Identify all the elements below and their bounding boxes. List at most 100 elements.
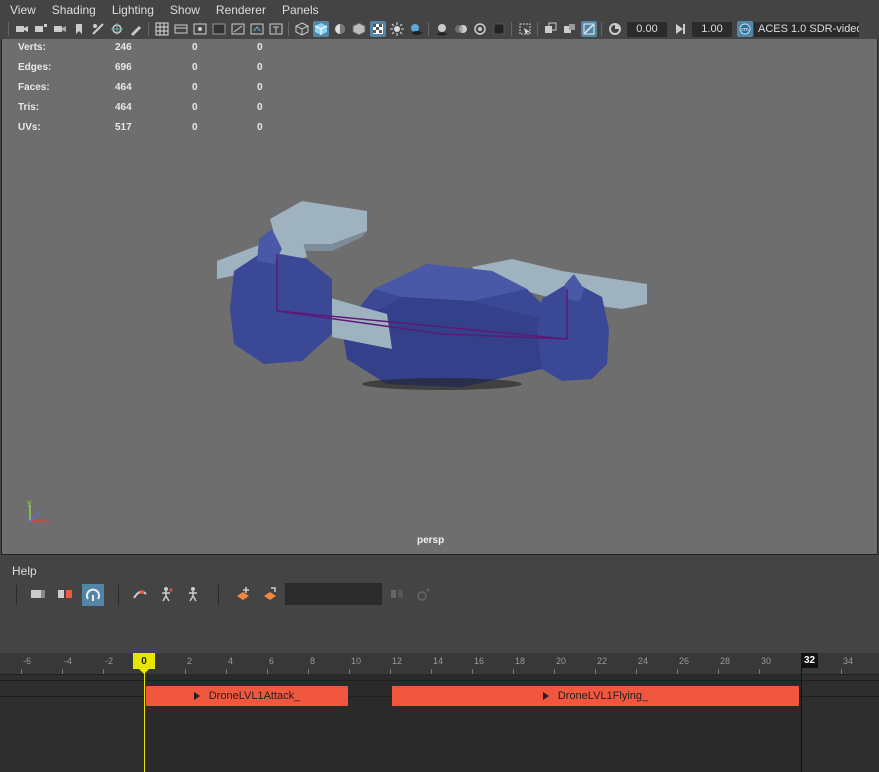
gamma-icon[interactable] xyxy=(672,21,688,37)
insert-clip-icon[interactable] xyxy=(130,584,150,604)
multisample-aa-icon[interactable] xyxy=(472,21,488,37)
play-icon xyxy=(542,692,549,700)
tick-label: 34 xyxy=(843,656,854,666)
textured-icon[interactable] xyxy=(369,21,386,37)
panel-divider-strip xyxy=(0,635,879,653)
depth-of-field-icon[interactable] xyxy=(491,21,507,37)
drone-pod-left xyxy=(230,251,332,364)
menu-panels[interactable]: Panels xyxy=(274,3,327,17)
gate-mask-icon[interactable] xyxy=(211,21,227,37)
clip-drone-attack[interactable]: DroneLVL1Attack_ xyxy=(145,685,349,707)
panel-toolbar: 0.00 1.00 cm ACES 1.0 SDR-video xyxy=(0,19,879,39)
viewport-persp[interactable]: Verts: 246 0 0 Edges: 696 0 0 Faces: 464… xyxy=(1,39,878,555)
tick-label: 22 xyxy=(597,656,608,666)
play-icon xyxy=(193,692,200,700)
create-blend-icon[interactable] xyxy=(260,584,280,604)
exposure-icon[interactable] xyxy=(607,21,623,37)
tick-label: 18 xyxy=(515,656,526,666)
film-gate-icon[interactable] xyxy=(173,21,189,37)
wireframe-icon[interactable] xyxy=(294,21,310,37)
menu-shading[interactable]: Shading xyxy=(44,3,104,17)
image-plane-icon[interactable] xyxy=(90,21,106,37)
gamma-field[interactable]: 1.00 xyxy=(692,21,732,37)
safe-title-icon[interactable] xyxy=(268,21,284,37)
menu-view[interactable]: View xyxy=(0,3,44,17)
clip-drone-flying[interactable]: DroneLVL1Flying_ xyxy=(391,685,800,707)
exposure-field[interactable]: 0.00 xyxy=(627,21,667,37)
tick-label: 2 xyxy=(187,656,193,666)
resolution-gate-icon[interactable] xyxy=(192,21,208,37)
xray-joints-icon[interactable] xyxy=(562,21,578,37)
axis-x-label: x xyxy=(45,518,49,526)
tick-label: 14 xyxy=(433,656,444,666)
drone-shadow xyxy=(362,378,522,390)
tick-label: 24 xyxy=(638,656,649,666)
frame-clip-icon xyxy=(387,584,407,604)
camera-bookmark-icon[interactable] xyxy=(52,21,68,37)
tick xyxy=(21,669,22,674)
tick-label: 10 xyxy=(351,656,362,666)
axis-z-label: z xyxy=(36,509,40,517)
shadows-icon[interactable] xyxy=(408,21,424,37)
color-management-icon[interactable]: cm xyxy=(736,21,753,37)
2d-pan-zoom-icon[interactable] xyxy=(109,21,125,37)
tick xyxy=(841,669,842,674)
time-warp-icon xyxy=(414,584,434,604)
end-frame-line xyxy=(801,668,802,772)
smooth-shade-icon[interactable] xyxy=(312,21,329,37)
tick-label: 30 xyxy=(761,656,772,666)
camera-attributes-icon[interactable] xyxy=(33,21,49,37)
tick-label: 8 xyxy=(310,656,316,666)
color-space-label[interactable]: ACES 1.0 SDR-video xyxy=(754,21,859,37)
camera-select-icon[interactable] xyxy=(14,21,30,37)
drone-model[interactable] xyxy=(2,39,877,554)
tick-label: 20 xyxy=(556,656,567,666)
load-selected-characters-icon[interactable] xyxy=(28,584,48,604)
create-pose-icon[interactable] xyxy=(157,584,177,604)
trax-search-field[interactable] xyxy=(285,583,382,605)
tick-label: 16 xyxy=(474,656,485,666)
field-chart-icon[interactable] xyxy=(230,21,246,37)
toolbar-separator xyxy=(148,22,149,36)
tick-label: -6 xyxy=(23,656,32,666)
isolate-select-icon[interactable] xyxy=(517,21,533,37)
bookmark-icon[interactable] xyxy=(71,21,87,37)
toolbar-separator xyxy=(16,585,17,605)
svg-text:cm: cm xyxy=(741,27,749,33)
tick-label: -4 xyxy=(64,656,73,666)
tick-label: -2 xyxy=(105,656,114,666)
motion-blur-icon[interactable] xyxy=(453,21,469,37)
menu-lighting[interactable]: Lighting xyxy=(104,3,162,17)
tick xyxy=(62,669,63,674)
tick xyxy=(103,669,104,674)
menu-help[interactable]: Help xyxy=(12,564,37,578)
stitch-scrub-icon[interactable] xyxy=(82,584,104,606)
toolbar-separator xyxy=(8,22,9,36)
trax-timeline[interactable]: -6 -4 -2 2 4 6 8 10 12 14 16 18 20 22 24… xyxy=(0,653,879,772)
default-material-icon[interactable] xyxy=(332,21,348,37)
view-axis-icon: y x z xyxy=(27,499,49,526)
backface-culling-icon[interactable] xyxy=(580,21,597,37)
safe-action-icon[interactable] xyxy=(249,21,265,37)
panel-menu-bar: View Shading Lighting Show Renderer Pane… xyxy=(0,0,879,19)
menu-show[interactable]: Show xyxy=(162,3,208,17)
use-all-lights-icon[interactable] xyxy=(389,21,405,37)
create-clip-icon[interactable] xyxy=(233,584,253,604)
time-ruler[interactable]: -6 -4 -2 2 4 6 8 10 12 14 16 18 20 22 24… xyxy=(0,653,879,675)
grid-icon[interactable] xyxy=(154,21,170,37)
playhead-current-frame[interactable]: 0 xyxy=(133,653,155,674)
tick-label: 4 xyxy=(228,656,234,666)
toolbar-separator xyxy=(428,22,429,36)
end-frame-marker[interactable]: 32 xyxy=(801,653,818,668)
xray-icon[interactable] xyxy=(543,21,559,37)
tick-label: 28 xyxy=(720,656,731,666)
grease-pencil-icon[interactable] xyxy=(128,21,144,37)
add-selected-characters-icon[interactable] xyxy=(55,584,75,604)
tick-label: 6 xyxy=(269,656,275,666)
toolbar-separator xyxy=(511,22,512,36)
wireframe-on-shaded-icon[interactable] xyxy=(351,21,367,37)
menu-renderer[interactable]: Renderer xyxy=(208,3,274,17)
screen-space-ao-icon[interactable] xyxy=(434,21,450,37)
trax-editor-panel: Help xyxy=(0,557,879,635)
graph-pose-icon[interactable] xyxy=(184,584,204,604)
